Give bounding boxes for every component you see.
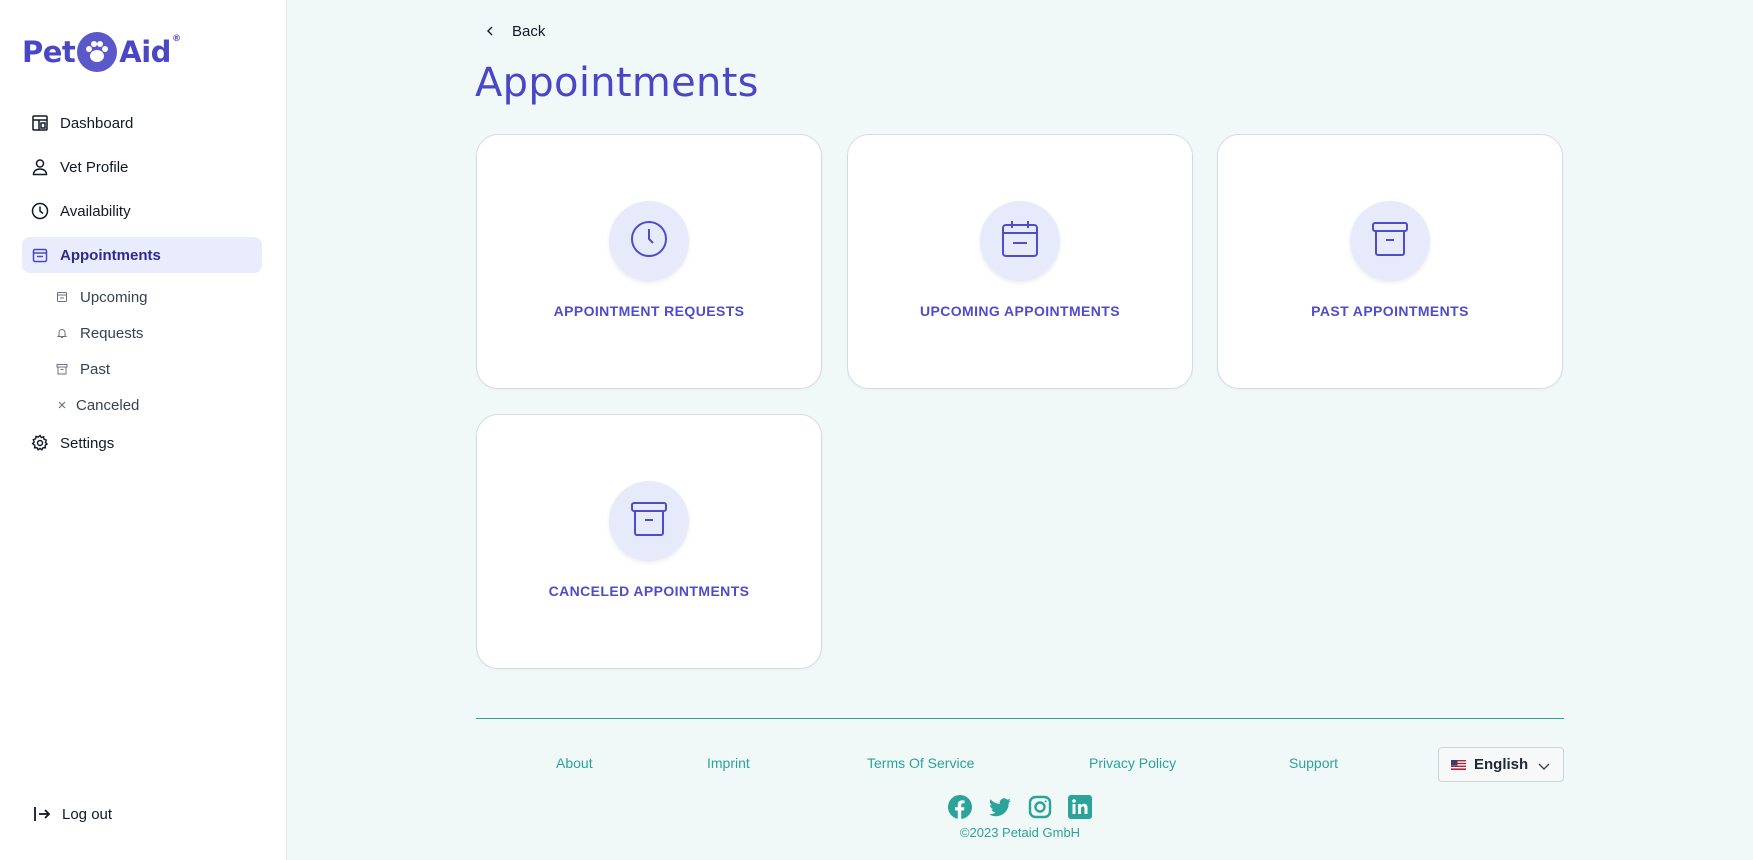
instagram-icon[interactable] xyxy=(1028,795,1052,819)
sidebar-item-label: Vet Profile xyxy=(60,158,129,176)
sidebar-subitem-canceled[interactable]: Canceled xyxy=(56,389,262,421)
appointment-requests-card[interactable]: APPOINTMENT REQUESTS xyxy=(476,134,822,389)
sidebar-item-label: Availability xyxy=(60,202,131,220)
archive-icon xyxy=(1371,220,1409,263)
sidebar-subitem-label: Canceled xyxy=(76,396,140,414)
card-label: CANCELED APPOINTMENTS xyxy=(548,583,750,599)
twitter-icon[interactable] xyxy=(988,795,1012,819)
sidebar-subitem-label: Past xyxy=(80,360,111,378)
card-icon-circle xyxy=(609,201,689,281)
card-icon-circle xyxy=(1350,201,1430,281)
dashboard-icon xyxy=(31,114,49,132)
sidebar-item-label: Appointments xyxy=(60,246,161,264)
chevron-down-icon xyxy=(1537,759,1551,773)
clock-icon xyxy=(31,202,49,220)
sidebar-subitem-label: Upcoming xyxy=(80,288,148,306)
sidebar: Pet Aid ® Dashboard Vet Profile Availabi… xyxy=(0,0,287,860)
footer-divider xyxy=(476,718,1564,719)
page-title: Appointments xyxy=(475,60,759,106)
facebook-icon[interactable] xyxy=(948,795,972,819)
logout-icon xyxy=(32,804,52,824)
upcoming-appointments-card[interactable]: UPCOMING APPOINTMENTS xyxy=(847,134,1193,389)
back-button[interactable]: Back xyxy=(484,20,545,42)
card-label: UPCOMING APPOINTMENTS xyxy=(920,303,1120,319)
petaid-logo[interactable]: Pet Aid ® xyxy=(22,30,181,74)
sidebar-subitem-label: Requests xyxy=(80,324,144,342)
language-select[interactable]: English xyxy=(1438,747,1564,782)
chevron-left-icon xyxy=(484,25,496,37)
back-label: Back xyxy=(512,22,546,40)
us-flag-icon xyxy=(1451,759,1466,770)
language-label: English xyxy=(1474,756,1529,773)
archive-icon xyxy=(56,363,68,375)
card-label: APPOINTMENT REQUESTS xyxy=(553,303,745,319)
social-links xyxy=(948,795,1092,819)
card-label: PAST APPOINTMENTS xyxy=(1311,303,1469,319)
clock-icon xyxy=(630,220,668,263)
sidebar-item-availability[interactable]: Availability xyxy=(22,193,262,229)
logout-label: Log out xyxy=(62,805,113,823)
user-icon xyxy=(31,158,49,176)
logo-text-pet: Pet xyxy=(22,35,76,69)
footer-link-about[interactable]: About xyxy=(556,755,593,771)
sidebar-subitem-past[interactable]: Past xyxy=(56,353,262,385)
calendar-icon xyxy=(1001,220,1039,263)
sidebar-item-dashboard[interactable]: Dashboard xyxy=(22,105,262,141)
canceled-appointments-card[interactable]: CANCELED APPOINTMENTS xyxy=(476,414,822,669)
sidebar-nav: Dashboard Vet Profile Availability Appoi… xyxy=(22,105,262,469)
sidebar-item-label: Dashboard xyxy=(60,114,134,132)
sidebar-item-settings[interactable]: Settings xyxy=(22,425,262,461)
sidebar-item-vet-profile[interactable]: Vet Profile xyxy=(22,149,262,185)
card-icon-circle xyxy=(980,201,1060,281)
sidebar-item-label: Settings xyxy=(60,434,115,452)
paw-icon xyxy=(77,32,118,72)
footer-link-terms[interactable]: Terms Of Service xyxy=(867,755,974,771)
registered-mark: ® xyxy=(171,34,181,44)
logo-text-aid: Aid xyxy=(119,35,171,69)
close-icon xyxy=(56,399,68,411)
footer-link-privacy[interactable]: Privacy Policy xyxy=(1089,755,1176,771)
bell-icon xyxy=(56,327,68,339)
copyright: ©2023 Petaid GmbH xyxy=(959,825,1081,840)
footer-link-support[interactable]: Support xyxy=(1289,755,1338,771)
footer-link-imprint[interactable]: Imprint xyxy=(707,755,750,771)
sidebar-subitem-upcoming[interactable]: Upcoming xyxy=(56,281,262,313)
appointments-submenu: Upcoming Requests Past Canceled xyxy=(22,281,262,421)
linkedin-icon[interactable] xyxy=(1068,795,1092,819)
past-appointments-card[interactable]: PAST APPOINTMENTS xyxy=(1217,134,1563,389)
gear-icon xyxy=(31,434,49,452)
logout-button[interactable]: Log out xyxy=(32,802,112,826)
sidebar-subitem-requests[interactable]: Requests xyxy=(56,317,262,349)
sidebar-item-appointments[interactable]: Appointments xyxy=(22,237,262,273)
archive-icon xyxy=(630,500,668,543)
card-icon-circle xyxy=(609,481,689,561)
calendar-icon xyxy=(56,291,68,303)
calendar-icon xyxy=(31,246,49,264)
